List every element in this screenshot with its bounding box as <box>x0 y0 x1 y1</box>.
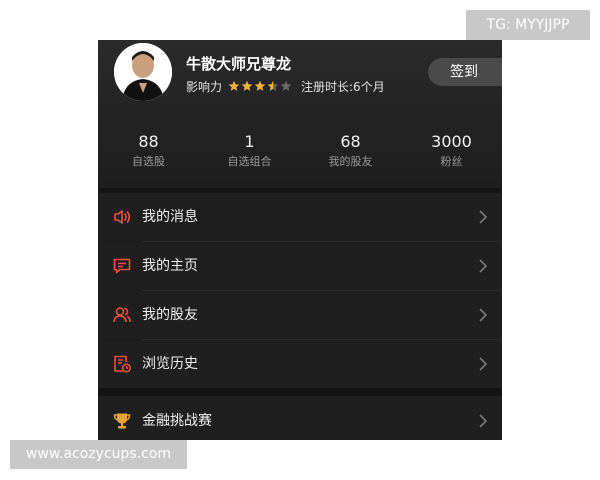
stat-label: 粉丝 <box>440 155 463 168</box>
stat-label: 自选组合 <box>227 155 272 168</box>
watermark-bottom: www.acozycups.com <box>10 440 187 469</box>
star-icon <box>254 80 266 91</box>
influence-label: 影响力 <box>186 79 223 94</box>
menu-label: 我的股友 <box>142 307 198 323</box>
menu-item-financial-challenge[interactable]: 金融挑战赛 <box>98 397 502 440</box>
trophy-icon <box>113 413 131 429</box>
stat-value: 68 <box>340 132 361 151</box>
menu-item-messages[interactable]: 我的消息 <box>98 193 502 241</box>
profile-meta: 影响力 注册时长:6个月 <box>186 78 385 94</box>
checkin-button[interactable]: 签到 <box>428 58 502 86</box>
chevron-right-icon <box>479 308 488 322</box>
chevron-right-icon <box>479 414 488 428</box>
star-icon <box>241 80 253 91</box>
avatar[interactable] <box>114 43 172 101</box>
stat-watchlist-portfolios[interactable]: 1 自选组合 <box>199 132 300 172</box>
menu-item-history[interactable]: 浏览历史 <box>98 340 502 388</box>
registration-duration: 注册时长:6个月 <box>301 79 385 94</box>
stat-label: 我的股友 <box>328 155 373 168</box>
stat-value: 3000 <box>431 132 472 151</box>
stats-row: 88 自选股 1 自选组合 68 我的股友 3000 粉丝 <box>98 132 502 172</box>
menu-item-friends[interactable]: 我的股友 <box>98 291 502 339</box>
influence-rating <box>228 80 293 92</box>
star-icon <box>280 80 292 91</box>
app-screen: 牛散大师兄尊龙 影响力 注册时长:6个月 签到 88 自选股 1 自选组合 68… <box>98 40 502 440</box>
watermark-top: TG: MYYJJPP <box>466 10 590 40</box>
stat-fans[interactable]: 3000 粉丝 <box>401 132 502 172</box>
profile-header: 牛散大师兄尊龙 影响力 注册时长:6个月 签到 88 自选股 1 自选组合 68… <box>98 40 502 188</box>
menu-label: 我的主页 <box>142 258 198 274</box>
chat-bubble-icon <box>113 258 131 274</box>
menu-label: 金融挑战赛 <box>142 413 212 429</box>
chevron-right-icon <box>479 259 488 273</box>
chevron-right-icon <box>479 357 488 371</box>
menu-label: 浏览历史 <box>142 356 198 372</box>
menu-label: 我的消息 <box>142 209 198 225</box>
menu-item-homepage[interactable]: 我的主页 <box>98 242 502 290</box>
stat-my-friends[interactable]: 68 我的股友 <box>300 132 401 172</box>
section-divider <box>98 388 502 396</box>
friends-icon <box>113 307 132 323</box>
star-icon <box>267 80 279 91</box>
stat-value: 1 <box>244 132 255 151</box>
history-icon <box>114 355 132 373</box>
stat-label: 自选股 <box>132 155 165 168</box>
chevron-right-icon <box>479 210 488 224</box>
speaker-icon <box>114 210 131 224</box>
username: 牛散大师兄尊龙 <box>186 55 292 73</box>
stat-watchlist-stocks[interactable]: 88 自选股 <box>98 132 199 172</box>
avatar-photo <box>114 43 172 101</box>
star-icon <box>228 80 240 91</box>
stat-value: 88 <box>138 132 159 151</box>
